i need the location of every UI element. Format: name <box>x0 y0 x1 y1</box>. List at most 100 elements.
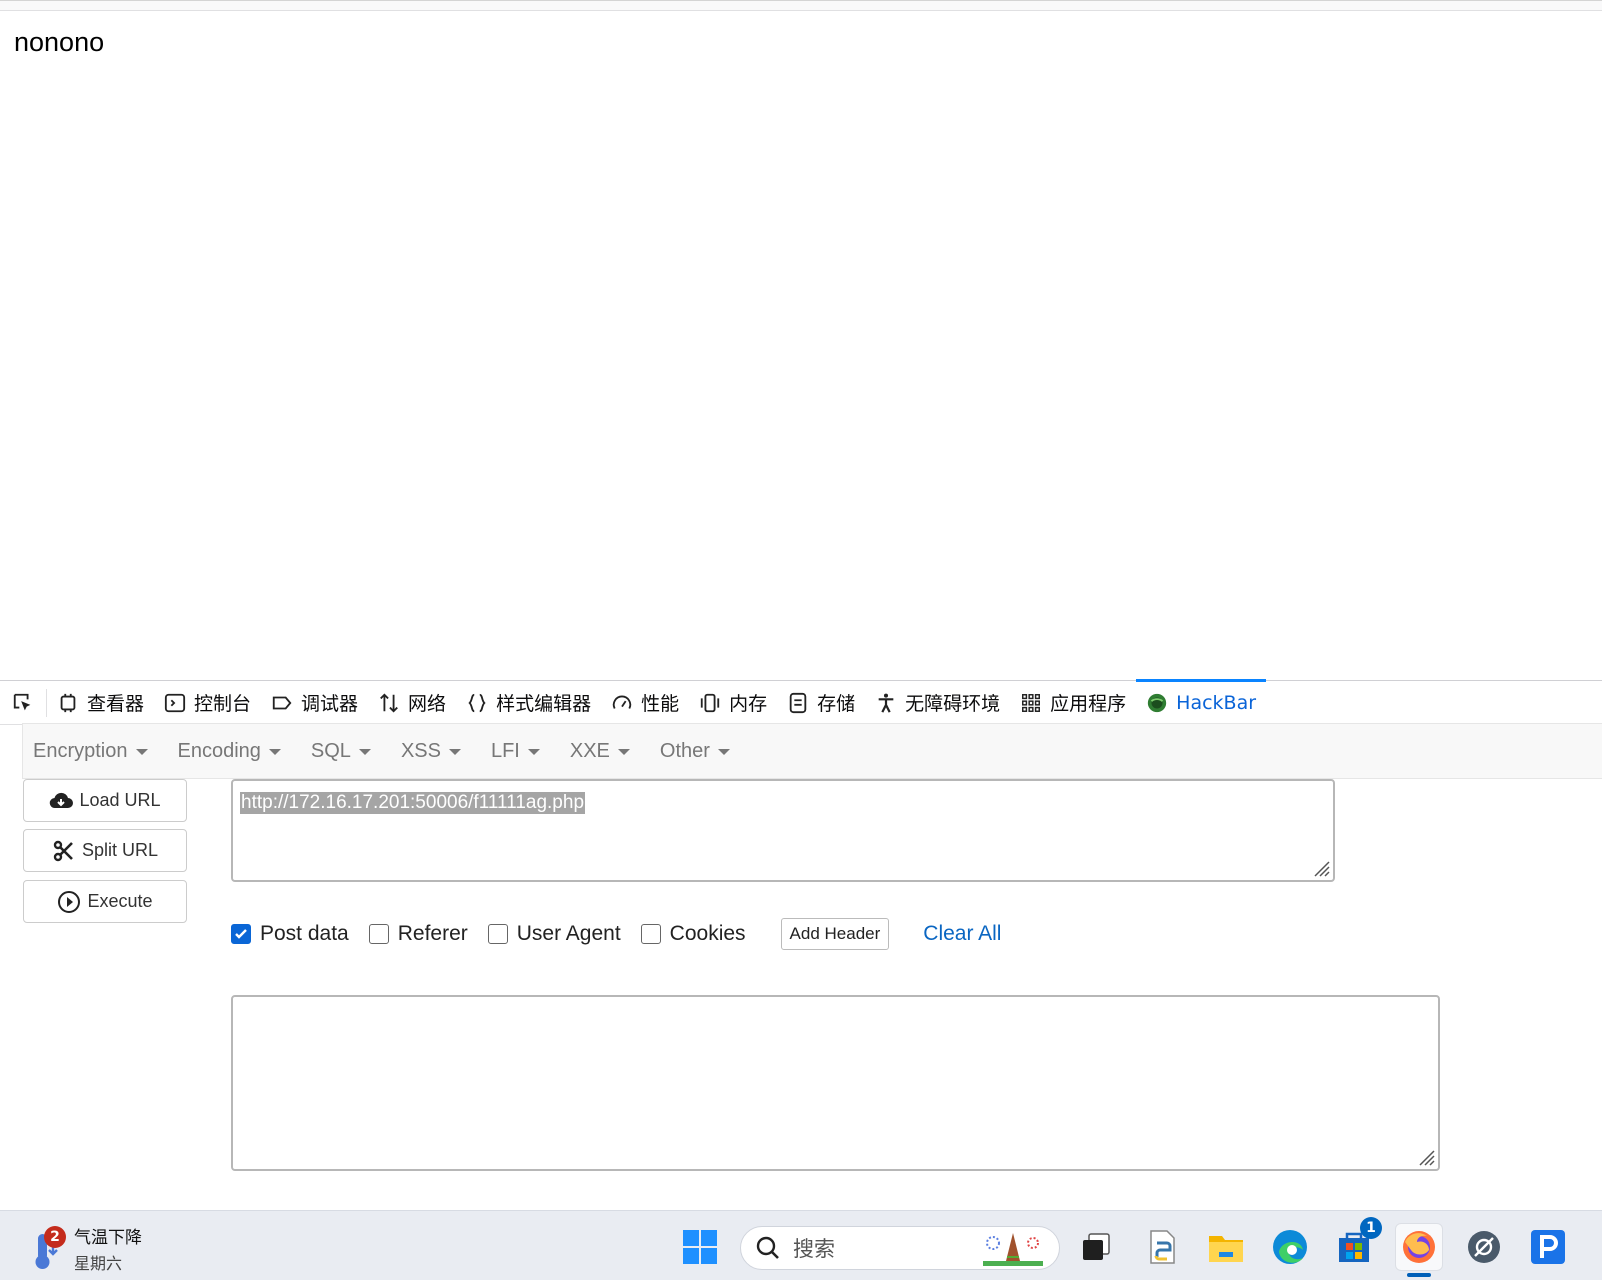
element-picker-button[interactable] <box>0 688 47 717</box>
task-view-icon <box>1083 1233 1110 1260</box>
menu-xxe[interactable]: XXE <box>570 740 630 763</box>
user-agent-checkbox[interactable]: User Agent <box>487 922 621 946</box>
tab-label: 调试器 <box>301 693 359 715</box>
tab-label: 性能 <box>641 693 680 715</box>
menu-label: Other <box>659 739 710 762</box>
caret-down-icon <box>527 749 540 755</box>
cookies-checkbox[interactable]: Cookies <box>640 922 746 946</box>
menu-other[interactable]: Other <box>660 740 730 763</box>
application-icon <box>1022 693 1041 712</box>
checkbox-label: Cookies <box>669 922 746 945</box>
button-label: Execute <box>87 891 153 911</box>
cloud-download-icon <box>50 792 74 808</box>
split-url-button[interactable]: Split URL <box>23 829 187 872</box>
tab-label: 无障碍环境 <box>905 693 1001 715</box>
weather-widget[interactable]: 2 气温下降 星期六 <box>28 1223 142 1274</box>
wireguard-icon <box>1468 1231 1500 1263</box>
active-app-indicator <box>1407 1273 1431 1277</box>
windows-taskbar: 2 气温下降 星期六 搜索 1 <box>0 1210 1602 1280</box>
tab-accessibility[interactable]: 无障碍环境 <box>865 681 1010 725</box>
referer-checkbox[interactable]: Referer <box>368 922 468 946</box>
page-body-text: nonono <box>14 27 105 57</box>
search-highlight-icon <box>983 1233 1043 1266</box>
folder-icon <box>1209 1236 1243 1262</box>
tab-label: 控制台 <box>194 693 252 715</box>
tab-label: 内存 <box>729 693 768 715</box>
add-header-button[interactable]: Add Header <box>780 918 890 950</box>
resize-handle-icon[interactable] <box>1310 857 1330 877</box>
memory-icon <box>700 693 720 712</box>
url-input[interactable]: http://172.16.17.201:50006/f11111ag.php <box>231 779 1335 882</box>
tab-label: 样式编辑器 <box>496 693 592 715</box>
tab-application[interactable]: 应用程序 <box>1010 681 1136 725</box>
search-icon <box>756 1236 779 1259</box>
caret-down-icon <box>448 749 461 755</box>
tab-label: 查看器 <box>87 693 145 715</box>
scissors-icon <box>53 840 73 861</box>
caret-down-icon <box>135 749 148 755</box>
tab-network[interactable]: 网络 <box>368 681 456 725</box>
weather-subtitle: 星期六 <box>74 1254 123 1273</box>
checkbox-checked-icon <box>231 924 251 944</box>
checkbox-empty-icon <box>368 924 389 944</box>
hackbar-menu: Encryption Encoding SQL XSS LFI XXE Othe… <box>22 723 1602 779</box>
taskbar-app-edge[interactable] <box>1266 1223 1314 1271</box>
taskbar-app-p[interactable] <box>1524 1223 1572 1271</box>
request-options: Post data Referer User Agent Cookies Add… <box>231 918 1001 950</box>
menu-label: XXE <box>569 739 610 762</box>
caret-down-icon <box>358 749 371 755</box>
menu-sql[interactable]: SQL <box>311 740 371 763</box>
taskbar-app-tool[interactable] <box>1460 1223 1508 1271</box>
weather-badge: 2 <box>44 1225 66 1248</box>
page-viewport: nonono <box>0 0 1602 680</box>
post-data-input[interactable] <box>231 995 1440 1171</box>
checkbox-empty-icon <box>487 924 508 944</box>
taskbar-search[interactable]: 搜索 <box>740 1226 1060 1270</box>
tab-inspector[interactable]: 查看器 <box>47 681 154 725</box>
checkbox-empty-icon <box>640 924 661 944</box>
tab-label: 存储 <box>817 693 856 715</box>
tab-label: 应用程序 <box>1050 693 1127 715</box>
inspector-icon <box>60 693 76 712</box>
accessibility-icon <box>878 693 894 713</box>
taskbar-app-firefox[interactable] <box>1395 1223 1443 1271</box>
menu-label: Encryption <box>33 739 128 762</box>
storage-icon <box>789 692 807 713</box>
hackbar-icon <box>1147 693 1167 712</box>
taskbar-app-file-explorer[interactable] <box>1202 1223 1250 1271</box>
resize-handle-icon[interactable] <box>1415 1146 1435 1166</box>
start-button[interactable] <box>676 1223 724 1271</box>
post-data-checkbox[interactable]: Post data <box>231 922 349 946</box>
menu-encoding[interactable]: Encoding <box>178 740 281 763</box>
firefox-icon <box>1403 1231 1435 1263</box>
menu-xss[interactable]: XSS <box>401 740 461 763</box>
menu-label: Encoding <box>177 739 261 762</box>
url-value: http://172.16.17.201:50006/f11111ag.php <box>240 792 586 814</box>
checkbox-label: User Agent <box>516 922 621 945</box>
console-icon <box>164 693 186 712</box>
menu-encryption[interactable]: Encryption <box>33 740 148 763</box>
tab-hackbar[interactable]: HackBar <box>1136 678 1266 725</box>
taskbar-app-store[interactable]: 1 <box>1330 1217 1382 1271</box>
menu-lfi[interactable]: LFI <box>491 740 540 763</box>
tab-performance[interactable]: 性能 <box>601 681 689 725</box>
tab-console[interactable]: 控制台 <box>154 681 261 725</box>
windows-logo-icon <box>683 1230 717 1264</box>
performance-icon <box>612 695 632 709</box>
tab-memory[interactable]: 内存 <box>689 681 777 725</box>
menu-label: SQL <box>310 739 351 762</box>
network-icon <box>380 692 398 713</box>
clear-all-link[interactable]: Clear All <box>923 922 1001 946</box>
tab-storage[interactable]: 存储 <box>777 681 865 725</box>
element-picker-icon <box>13 693 31 710</box>
load-url-button[interactable]: Load URL <box>23 779 187 822</box>
task-view-button[interactable] <box>1072 1223 1120 1271</box>
tab-debugger[interactable]: 调试器 <box>261 681 368 725</box>
taskbar-app-python-editor[interactable] <box>1138 1223 1186 1271</box>
python-file-icon <box>1150 1230 1175 1264</box>
execute-button[interactable]: Execute <box>23 880 187 923</box>
tab-style-editor[interactable]: 样式编辑器 <box>456 681 601 725</box>
caret-down-icon <box>617 749 630 755</box>
button-label: Split URL <box>81 840 159 860</box>
edge-browser-icon <box>1273 1230 1307 1264</box>
